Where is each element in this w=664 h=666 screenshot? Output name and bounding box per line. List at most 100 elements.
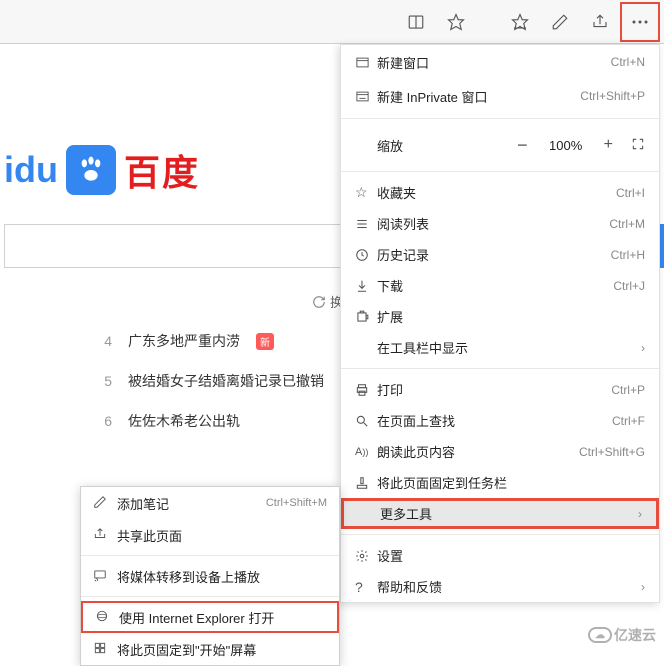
menu-label: 新建窗口 bbox=[377, 53, 611, 72]
submenu-divider bbox=[81, 555, 339, 556]
menu-shortcut: Ctrl+F bbox=[612, 414, 645, 428]
print-icon bbox=[355, 383, 377, 397]
cloud-icon: ☁ bbox=[588, 627, 612, 643]
menu-divider bbox=[341, 534, 659, 535]
extensions-icon bbox=[355, 310, 377, 324]
menu-find[interactable]: 在页面上查找 Ctrl+F bbox=[341, 405, 659, 436]
menu-pin-taskbar[interactable]: 将此页面固定到任务栏 bbox=[341, 467, 659, 498]
menu-divider bbox=[341, 368, 659, 369]
menu-extensions[interactable]: 扩展 bbox=[341, 301, 659, 332]
more-tools-submenu: 添加笔记 Ctrl+Shift+M 共享此页面 将媒体转移到设备上播放 使用 I… bbox=[80, 486, 340, 666]
menu-favorites[interactable]: ☆ 收藏夹 Ctrl+I bbox=[341, 177, 659, 208]
inprivate-icon bbox=[355, 89, 377, 104]
hot-text: 被结婚女子结婚离婚记录已撤销 bbox=[128, 371, 324, 391]
hot-rank: 6 bbox=[100, 413, 112, 429]
submenu-label: 使用 Internet Explorer 打开 bbox=[119, 608, 325, 627]
submenu-cast-media[interactable]: 将媒体转移到设备上播放 bbox=[81, 560, 339, 592]
menu-new-window[interactable]: 新建窗口 Ctrl+N bbox=[341, 45, 659, 79]
menu-more-tools[interactable]: 更多工具 › bbox=[341, 498, 659, 529]
menu-label: 朗读此页内容 bbox=[377, 442, 579, 461]
baidu-paw-icon bbox=[66, 145, 116, 195]
baidu-logo-text: 百度 bbox=[124, 144, 200, 196]
share-icon bbox=[93, 527, 117, 544]
ie-icon bbox=[95, 609, 119, 626]
menu-label: 设置 bbox=[377, 546, 645, 565]
menu-shortcut: Ctrl+P bbox=[611, 383, 645, 397]
cast-icon bbox=[93, 568, 117, 585]
menu-divider bbox=[341, 171, 659, 172]
chevron-right-icon: › bbox=[638, 507, 642, 521]
menu-shortcut: Ctrl+Shift+P bbox=[580, 89, 645, 103]
menu-show-in-toolbar[interactable]: 在工具栏中显示 › bbox=[341, 332, 659, 363]
zoom-in-icon[interactable]: + bbox=[604, 136, 613, 154]
menu-label: 帮助和反馈 bbox=[377, 577, 641, 596]
reading-list-icon bbox=[355, 217, 377, 231]
submenu-label: 将此页固定到"开始"屏幕 bbox=[117, 640, 327, 659]
menu-settings[interactable]: 设置 bbox=[341, 540, 659, 571]
menu-print[interactable]: 打印 Ctrl+P bbox=[341, 374, 659, 405]
submenu-add-notes[interactable]: 添加笔记 Ctrl+Shift+M bbox=[81, 487, 339, 519]
pin-icon bbox=[355, 476, 377, 490]
menu-zoom: 缩放 − 100% + bbox=[341, 124, 659, 166]
share-icon[interactable] bbox=[580, 2, 620, 42]
help-icon: ? bbox=[355, 579, 377, 595]
menu-label: 在工具栏中显示 bbox=[377, 338, 641, 357]
menu-label: 更多工具 bbox=[380, 504, 638, 523]
menu-shortcut: Ctrl+H bbox=[611, 248, 645, 262]
pen-icon bbox=[93, 495, 117, 512]
menu-reading-list[interactable]: 阅读列表 Ctrl+M bbox=[341, 208, 659, 239]
menu-history[interactable]: 历史记录 Ctrl+H bbox=[341, 239, 659, 270]
menu-read-aloud[interactable]: A)) 朗读此页内容 Ctrl+Shift+G bbox=[341, 436, 659, 467]
pin-start-icon bbox=[93, 641, 117, 658]
menu-label: 收藏夹 bbox=[377, 183, 616, 202]
menu-shortcut: Ctrl+Shift+G bbox=[579, 445, 645, 459]
submenu-divider bbox=[81, 596, 339, 597]
hot-rank: 4 bbox=[100, 333, 112, 349]
menu-new-inprivate[interactable]: 新建 InPrivate 窗口 Ctrl+Shift+P bbox=[341, 79, 659, 113]
menu-help[interactable]: ? 帮助和反馈 › bbox=[341, 571, 659, 602]
star-icon[interactable] bbox=[436, 2, 476, 42]
submenu-label: 共享此页面 bbox=[117, 526, 327, 545]
menu-shortcut: Ctrl+M bbox=[609, 217, 645, 231]
menu-label: 下载 bbox=[377, 276, 613, 295]
pen-icon[interactable] bbox=[540, 2, 580, 42]
submenu-share-page[interactable]: 共享此页面 bbox=[81, 519, 339, 551]
menu-label: 在页面上查找 bbox=[377, 411, 612, 430]
menu-shortcut: Ctrl+N bbox=[611, 55, 645, 69]
menu-label: 扩展 bbox=[377, 307, 645, 326]
submenu-open-ie[interactable]: 使用 Internet Explorer 打开 bbox=[81, 601, 339, 633]
fullscreen-icon[interactable] bbox=[631, 137, 645, 154]
menu-label: 将此页面固定到任务栏 bbox=[377, 473, 645, 492]
submenu-label: 添加笔记 bbox=[117, 494, 266, 513]
browser-toolbar bbox=[0, 0, 664, 44]
star-icon: ☆ bbox=[355, 184, 377, 201]
gear-icon bbox=[355, 549, 377, 563]
menu-downloads[interactable]: 下载 Ctrl+J bbox=[341, 270, 659, 301]
menu-label: 历史记录 bbox=[377, 245, 611, 264]
chevron-right-icon: › bbox=[641, 580, 645, 594]
menu-label: 新建 InPrivate 窗口 bbox=[377, 87, 580, 106]
hot-text: 佐佐木希老公出轨 bbox=[128, 411, 240, 431]
watermark: ☁ 亿速云 bbox=[588, 625, 656, 645]
download-icon bbox=[355, 279, 377, 293]
menu-divider bbox=[341, 118, 659, 119]
history-icon bbox=[355, 248, 377, 262]
favorites-icon[interactable] bbox=[500, 2, 540, 42]
zoom-out-icon[interactable]: − bbox=[517, 135, 528, 156]
zoom-value: 100% bbox=[546, 138, 586, 153]
reading-view-icon[interactable] bbox=[396, 2, 436, 42]
hot-rank: 5 bbox=[100, 373, 112, 389]
hot-text: 广东多地严重内涝 bbox=[128, 331, 240, 351]
main-menu: 新建窗口 Ctrl+N 新建 InPrivate 窗口 Ctrl+Shift+P… bbox=[340, 44, 660, 603]
submenu-shortcut: Ctrl+Shift+M bbox=[266, 497, 327, 509]
search-icon bbox=[355, 414, 377, 428]
chevron-right-icon: › bbox=[641, 341, 645, 355]
menu-shortcut: Ctrl+J bbox=[613, 279, 645, 293]
more-icon[interactable] bbox=[620, 2, 660, 42]
submenu-label: 将媒体转移到设备上播放 bbox=[117, 567, 327, 586]
menu-label: 打印 bbox=[377, 380, 611, 399]
baidu-logo-prefix: idu bbox=[4, 149, 58, 191]
window-icon bbox=[355, 55, 377, 70]
menu-shortcut: Ctrl+I bbox=[616, 186, 645, 200]
submenu-pin-start[interactable]: 将此页固定到"开始"屏幕 bbox=[81, 633, 339, 665]
